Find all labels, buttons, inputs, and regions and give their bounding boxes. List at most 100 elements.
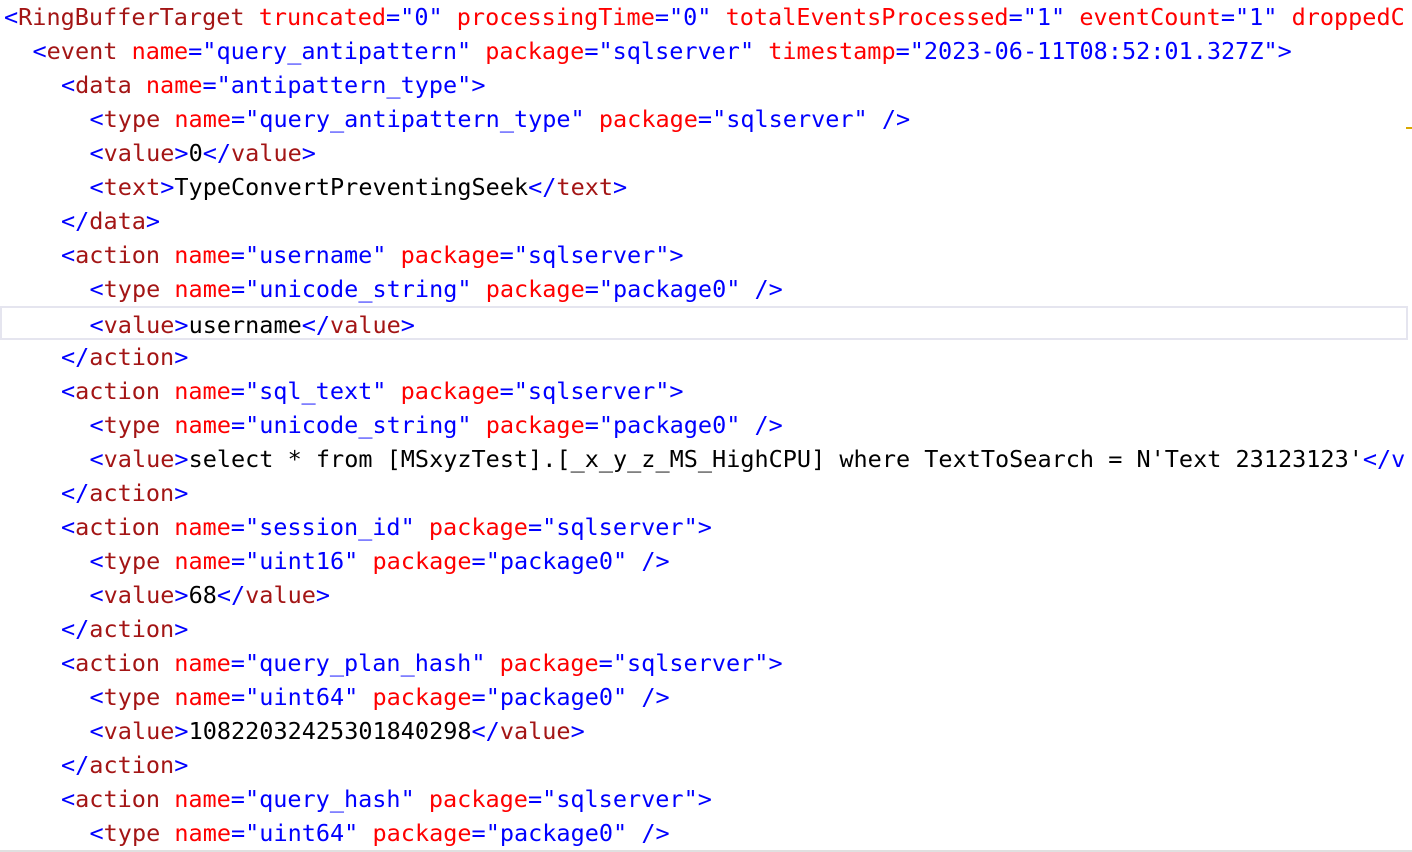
- code-token: <: [61, 649, 76, 677]
- code-token: TypeConvertPreventingSeek: [174, 173, 529, 201]
- code-token: ="session_id": [230, 513, 415, 541]
- code-token: value: [245, 581, 316, 609]
- code-token: action: [75, 241, 161, 269]
- code-token: name: [174, 241, 231, 269]
- code-line[interactable]: <type name="uint64" package="package0" /…: [0, 816, 670, 850]
- code-token: value: [103, 139, 175, 167]
- code-token: <: [89, 819, 104, 847]
- code-token: ="0": [654, 3, 712, 31]
- code-token: >: [145, 207, 161, 235]
- code-token: <: [61, 377, 76, 405]
- code-line[interactable]: </action>: [0, 612, 188, 646]
- code-line[interactable]: <type name="uint16" package="package0" /…: [0, 544, 670, 578]
- code-token: text: [103, 173, 161, 201]
- code-line[interactable]: <data name="antipattern_type">: [0, 68, 485, 102]
- code-token: droppedC: [1291, 3, 1405, 31]
- code-token: package: [485, 275, 585, 303]
- code-line-current[interactable]: <value>username</value>: [0, 306, 1408, 340]
- code-token: ="unicode_string": [231, 411, 472, 439]
- code-token: <: [61, 513, 76, 541]
- code-token: name: [174, 105, 231, 133]
- code-token: name: [174, 275, 231, 303]
- code-token: type: [103, 411, 161, 439]
- code-token: ="antipattern_type">: [202, 71, 486, 99]
- code-token: ="1": [1220, 3, 1278, 31]
- code-token: value: [499, 717, 571, 745]
- code-line[interactable]: <value>10822032425301840298</value>: [0, 714, 585, 748]
- code-token: timestamp: [768, 37, 896, 65]
- code-token: >: [301, 139, 316, 167]
- code-token: />: [641, 819, 670, 847]
- code-line[interactable]: </action>: [0, 476, 188, 510]
- code-token: ="uint64": [231, 819, 359, 847]
- code-token: ="unicode_string": [231, 275, 472, 303]
- code-token: </: [61, 479, 90, 507]
- code-token: name: [145, 71, 203, 99]
- code-token: processingTime: [456, 3, 655, 31]
- code-line[interactable]: <action name="username" package="sqlserv…: [0, 238, 684, 272]
- code-line[interactable]: </data>: [0, 204, 160, 238]
- code-token: >: [174, 445, 189, 473]
- code-line[interactable]: <action name="session_id" package="sqlse…: [0, 510, 712, 544]
- code-token: value: [103, 311, 175, 339]
- code-token: >: [174, 479, 189, 507]
- code-token: >: [174, 751, 189, 779]
- xml-editor[interactable]: <RingBufferTarget truncated="0" processi…: [0, 0, 1412, 852]
- code-token: >: [174, 581, 189, 609]
- code-token: ="sqlserver": [697, 105, 868, 133]
- code-token: text: [556, 173, 614, 201]
- code-line[interactable]: <RingBufferTarget truncated="0" processi…: [0, 0, 1405, 34]
- code-token: package: [400, 377, 500, 405]
- code-token: >: [160, 173, 175, 201]
- code-token: action: [89, 343, 175, 371]
- code-line[interactable]: <event name="query_antipattern" package=…: [0, 34, 1292, 68]
- code-line[interactable]: <type name="unicode_string" package="pac…: [0, 272, 783, 306]
- code-token: <: [89, 311, 104, 339]
- code-line[interactable]: <value>0</value>: [0, 136, 316, 170]
- code-token: name: [174, 513, 231, 541]
- code-token: >: [315, 581, 331, 609]
- code-token: name: [174, 377, 231, 405]
- code-token: </: [471, 717, 500, 745]
- code-line[interactable]: <text>TypeConvertPreventingSeek</text>: [0, 170, 628, 204]
- code-line[interactable]: <value>select * from [MSxyzTest].[_x_y_z…: [0, 442, 1406, 476]
- code-token: package: [485, 37, 585, 65]
- code-token: />: [754, 275, 783, 303]
- code-token: action: [75, 649, 161, 677]
- code-line[interactable]: <action name="sql_text" package="sqlserv…: [0, 374, 684, 408]
- code-token: <: [89, 105, 104, 133]
- code-token: action: [75, 785, 161, 813]
- code-line[interactable]: </action>: [0, 340, 188, 374]
- code-line[interactable]: <type name="uint64" package="package0" /…: [0, 680, 670, 714]
- code-token: package: [400, 241, 500, 269]
- code-line[interactable]: <action name="query_plan_hash" package="…: [0, 646, 783, 680]
- code-line[interactable]: <action name="query_hash" package="sqlse…: [0, 782, 712, 816]
- code-token: package: [372, 683, 472, 711]
- code-line[interactable]: <value>68</value>: [0, 578, 331, 612]
- code-token: type: [103, 683, 161, 711]
- code-line[interactable]: </action>: [0, 748, 188, 782]
- code-line[interactable]: <type name="query_antipattern_type" pack…: [0, 102, 911, 136]
- code-token: <: [4, 3, 19, 31]
- code-token: <: [61, 241, 76, 269]
- code-token: action: [89, 751, 175, 779]
- code-line[interactable]: <type name="unicode_string" package="pac…: [0, 408, 783, 442]
- code-token: action: [89, 479, 175, 507]
